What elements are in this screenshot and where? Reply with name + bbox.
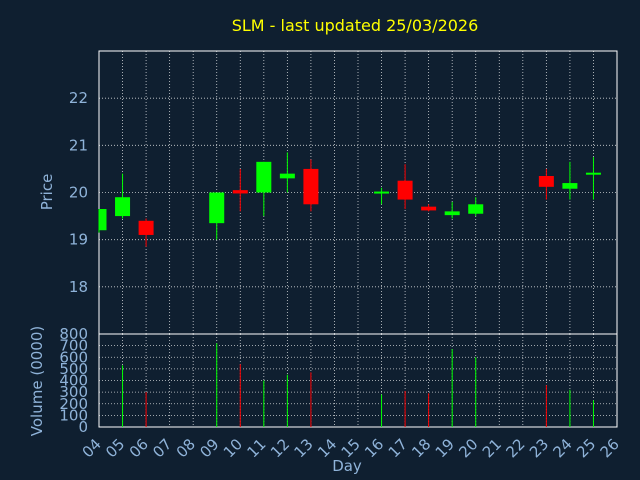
price-tick-label: 22 [69, 89, 88, 107]
price-panel: 18 19 20 21 22 [69, 50, 618, 335]
volume-tick-label: 800 [59, 325, 88, 343]
volume-panel: 0100200300400500600700800040506070809101… [59, 325, 622, 461]
x-tick-label: 22 [502, 435, 528, 461]
x-tick-label: 10 [220, 435, 246, 461]
x-tick-label: 24 [550, 435, 576, 461]
price-tick-label: 18 [69, 278, 88, 296]
stock-chart: SLM - last updated 25/03/2026 1819202122… [28, 16, 623, 475]
x-tick-label: 25 [573, 435, 599, 461]
x-tick-label: 08 [173, 435, 199, 461]
price-tick-label: 20 [69, 184, 88, 202]
x-tick-label: 19 [432, 435, 458, 461]
volume-axis-label: Volume (0000) [28, 326, 46, 436]
x-tick-label: 16 [361, 435, 387, 461]
x-tick-label: 20 [455, 435, 481, 461]
candle-body [209, 192, 225, 224]
candle-body [397, 180, 413, 200]
candle-body [115, 197, 131, 217]
chart-stage: SLM - last updated 25/03/2026 18 19 20 21 22… [0, 0, 640, 480]
candle-body [538, 175, 554, 187]
candle-body [99, 209, 107, 231]
x-tick-label: 23 [526, 435, 552, 461]
candle-body [232, 190, 248, 194]
x-tick-label: 07 [149, 435, 175, 461]
price-axis-label: Price [38, 174, 56, 211]
candle-body [303, 168, 319, 205]
x-tick-label: 18 [408, 435, 434, 461]
x-tick-label: 17 [385, 435, 411, 461]
x-tick-label: 05 [102, 435, 128, 461]
x-tick-label: 21 [479, 435, 505, 461]
x-tick-label: 13 [291, 435, 317, 461]
candle-body [444, 211, 460, 216]
candle-body [279, 173, 295, 179]
candle-body [374, 191, 390, 194]
x-tick-label: 09 [196, 435, 222, 461]
x-tick-label: 06 [126, 435, 152, 461]
x-axis-label: Day [332, 457, 362, 475]
candle-body [562, 183, 578, 189]
candle-body [468, 204, 484, 214]
x-tick-label: 11 [243, 435, 269, 461]
x-tick-label: 26 [597, 435, 623, 461]
candle-body [138, 220, 154, 235]
candle-body [585, 172, 601, 175]
x-tick-label: 12 [267, 435, 293, 461]
x-tick-label: 04 [79, 435, 105, 461]
price-tick-label: 19 [69, 231, 88, 249]
chart-title: SLM - last updated 25/03/2026 [232, 16, 479, 35]
price-tick-label: 21 [69, 136, 88, 154]
candle-body [421, 206, 437, 211]
candle-body [256, 161, 272, 193]
